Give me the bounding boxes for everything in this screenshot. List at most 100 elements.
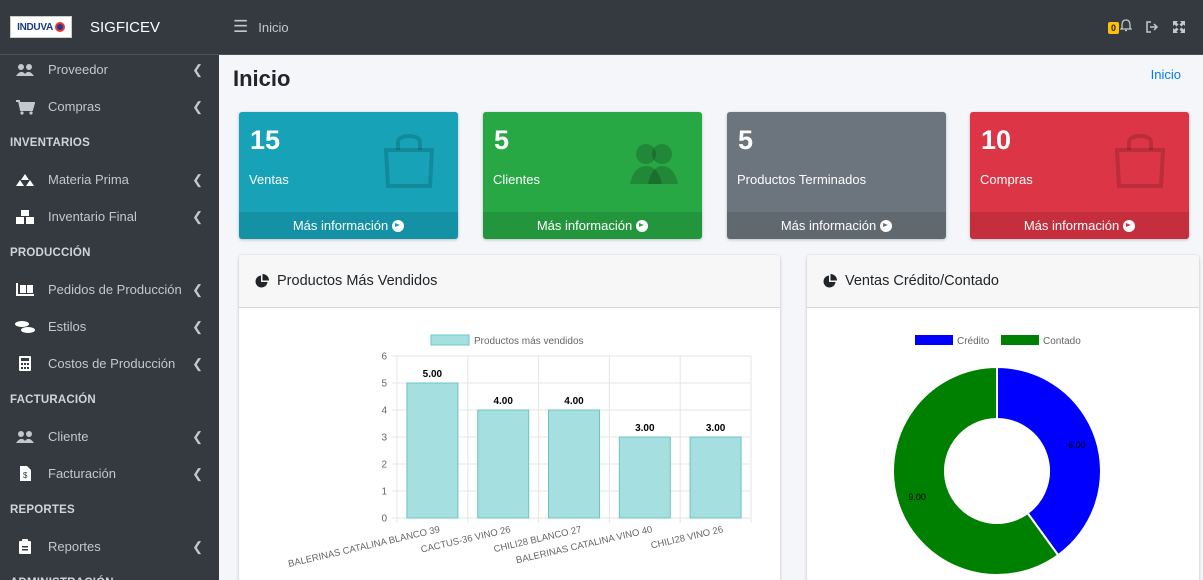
card-body: Crédito Contado 6.00 9.00 [807,308,1199,580]
shopping-bag-icon [383,134,435,188]
page-title: Inicio [233,66,291,91]
y-tick-label: 6 [381,352,387,363]
box-productos-terminados: 5 Productos Terminados Más información [727,112,946,239]
box-label: Ventas [249,172,289,187]
x-tick-label: CHILI28 VINO 26 [650,524,725,551]
data-label: 4.00 [493,396,513,407]
sidebar-item-cliente[interactable]: Cliente ❮ [0,418,219,455]
box-label: Clientes [493,172,540,187]
logo-dot-icon [54,22,65,32]
report-icon [14,539,36,555]
data-label: 3.00 [635,423,655,434]
bar [689,436,742,519]
cubes-icon [14,172,36,188]
card-ventas-credito-contado: Ventas Crédito/Contado Crédito Contado 6.0… [807,255,1199,580]
box-value: 15 [250,125,281,155]
more-info-label: Más información [780,218,877,233]
more-info-link[interactable]: Más información [970,212,1189,239]
chevron-left-icon: ❮ [192,208,203,224]
more-info-link[interactable]: Más información [483,212,702,239]
arrow-circle-right-icon [392,219,405,232]
chevron-left-icon: ❮ [192,428,203,444]
sidebar-header-inventarios: INVENTARIOS [10,137,90,149]
bar [477,409,530,519]
bar [406,382,459,519]
menu-toggle-icon[interactable]: ☰ [233,17,248,37]
top-navbar: ☰ Inicio 0 [219,0,1203,55]
x-tick-label: BALERINAS CATALINA BLANCO 39 [287,524,441,570]
sidebar-item-estilos[interactable]: Estilos ❮ [0,308,219,345]
shoe-prints-icon [14,319,36,335]
data-label: 5.00 [423,369,443,380]
logout-icon[interactable] [1146,20,1159,36]
data-label: 3.00 [706,423,726,434]
sidebar-item-label: Costos de Producción [48,356,176,371]
chart-pie-icon [823,274,837,288]
sidebar-item-label: Reportes [48,539,101,554]
bar [548,409,600,519]
box-value: 10 [981,125,1012,155]
more-info-label: Más información [536,218,633,233]
sidebar-item-label: Proveedor [48,62,108,77]
sidebar-item-proveedor[interactable]: Proveedor ❮ [0,51,219,88]
brand[interactable]: INDUVA SIGFICEV [0,0,219,55]
breadcrumb[interactable]: Inicio [1151,67,1181,82]
sidebar-item-materia-prima[interactable]: Materia Prima ❮ [0,161,219,198]
more-info-label: Más información [292,218,389,233]
sidebar-item-inventario-final[interactable]: Inventario Final ❮ [0,198,219,235]
legend-swatch [1001,335,1039,345]
more-info-label: Más información [1023,218,1120,233]
app-name: SIGFICEV [90,18,161,36]
data-label: 4.00 [564,396,584,407]
more-info-link[interactable]: Más información [727,212,946,239]
donut-chart: Crédito Contado 6.00 9.00 [892,335,1102,576]
users-icon [630,144,678,184]
sidebar-item-compras[interactable]: Compras ❮ [0,88,219,125]
fullscreen-icon[interactable] [1173,20,1185,36]
sidebar-header-reportes: REPORTES [10,504,75,516]
boxes-icon [14,209,36,225]
sidebar-item-costos-de-produccion[interactable]: Costos de Producción ❮ [0,345,219,382]
chevron-left-icon: ❮ [192,355,203,371]
navbar-right: 0 [1107,19,1185,37]
arrow-circle-right-icon [636,219,649,232]
y-tick-label: 4 [381,406,387,417]
chevron-left-icon: ❮ [192,465,203,481]
chevron-left-icon: ❮ [192,318,203,334]
brand-logo-text: INDUVA [17,21,53,33]
invoice-icon: $ [14,466,36,482]
y-tick-label: 3 [381,433,387,444]
sidebar-item-label: Inventario Final [48,209,137,224]
chevron-left-icon: ❮ [192,281,203,297]
main-content: Inicio Inicio 15 Ventas Más información … [219,55,1203,580]
sidebar-item-facturacion[interactable]: $ Facturación ❮ [0,455,219,492]
calculator-icon [14,356,36,372]
sidebar-header-produccion: PRODUCCIÓN [10,247,91,259]
y-tick-label: 0 [381,514,387,525]
chevron-left-icon: ❮ [192,98,203,114]
bell-icon [1119,19,1133,37]
card-body: Productos más vendidos 0 1 2 3 4 5 6 5.00 BALERIN… [239,308,780,580]
sidebar-item-label: Facturación [48,466,116,481]
arrow-circle-right-icon [880,219,893,232]
card-title: Ventas Crédito/Contado [845,273,999,289]
brand-logo: INDUVA [10,16,72,38]
box-label: Compras [980,172,1033,187]
sidebar-item-label: Compras [48,99,101,114]
card-header: Productos Más Vendidos [239,255,780,308]
notifications-button[interactable]: 0 [1107,19,1133,37]
nav-home-link[interactable]: Inicio [258,20,288,35]
card-productos-mas-vendidos: Productos Más Vendidos Productos más ven… [239,255,780,580]
chevron-left-icon: ❮ [192,538,203,554]
chart-pie-icon [255,274,269,288]
box-clientes: 5 Clientes Más información [483,112,702,239]
legend-label: Productos más vendidos [474,336,584,347]
more-info-link[interactable]: Más información [239,212,458,239]
sidebar-item-reportes[interactable]: Reportes ❮ [0,528,219,565]
box-value: 5 [738,125,754,155]
dolly-icon [14,282,36,298]
sidebar-item-pedidos-de-produccion[interactable]: Pedidos de Producción ❮ [0,271,219,308]
legend-label: Contado [1043,336,1081,347]
sidebar-item-label: Pedidos de Producción [48,282,182,297]
sidebar-item-label: Materia Prima [48,172,129,187]
